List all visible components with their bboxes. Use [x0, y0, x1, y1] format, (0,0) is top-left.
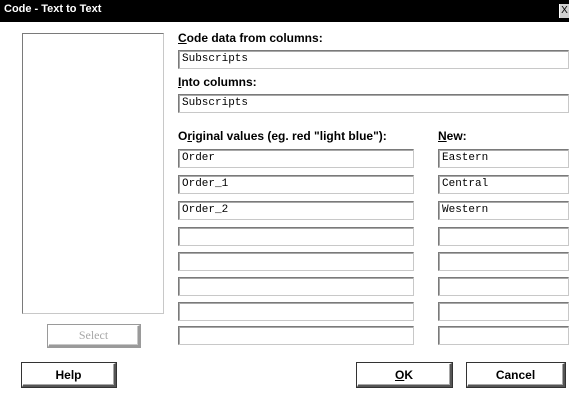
new-value-input[interactable] [438, 326, 569, 345]
into-columns-label: Into columns: [178, 75, 257, 89]
new-value-input[interactable]: Eastern [438, 149, 569, 168]
original-value-input[interactable] [178, 277, 414, 296]
close-button[interactable]: X [559, 4, 569, 18]
into-columns-input[interactable]: Subscripts [178, 94, 569, 113]
new-value-input[interactable] [438, 227, 569, 246]
dialog-title: Code - Text to Text [4, 3, 102, 15]
close-icon: X [561, 5, 568, 16]
original-value-input[interactable] [178, 252, 414, 271]
original-value-input[interactable] [178, 227, 414, 246]
cancel-button[interactable]: Cancel [467, 363, 565, 387]
ok-button[interactable]: OK [357, 363, 452, 387]
new-value-input[interactable] [438, 302, 569, 321]
new-value-input[interactable]: Western [438, 201, 569, 220]
code-text-to-text-dialog: Code - Text to Text X Select Code data f… [0, 0, 569, 396]
code-data-from-input[interactable]: Subscripts [178, 50, 569, 69]
select-button[interactable]: Select [48, 325, 140, 347]
title-bar[interactable]: Code - Text to Text X [0, 0, 569, 22]
column-list-box[interactable] [22, 33, 164, 314]
original-value-input[interactable]: Order_1 [178, 175, 414, 194]
code-data-from-label: Code data from columns: [178, 31, 323, 45]
new-value-input[interactable] [438, 252, 569, 271]
original-values-label: Original values (eg. red "light blue"): [178, 129, 387, 143]
new-values-label: New: [438, 129, 467, 143]
original-value-input[interactable] [178, 302, 414, 321]
original-value-input[interactable]: Order_2 [178, 201, 414, 220]
help-button[interactable]: Help [22, 363, 116, 387]
original-value-input[interactable]: Order [178, 149, 414, 168]
new-value-input[interactable] [438, 277, 569, 296]
original-value-input[interactable] [178, 326, 414, 345]
new-value-input[interactable]: Central [438, 175, 569, 194]
